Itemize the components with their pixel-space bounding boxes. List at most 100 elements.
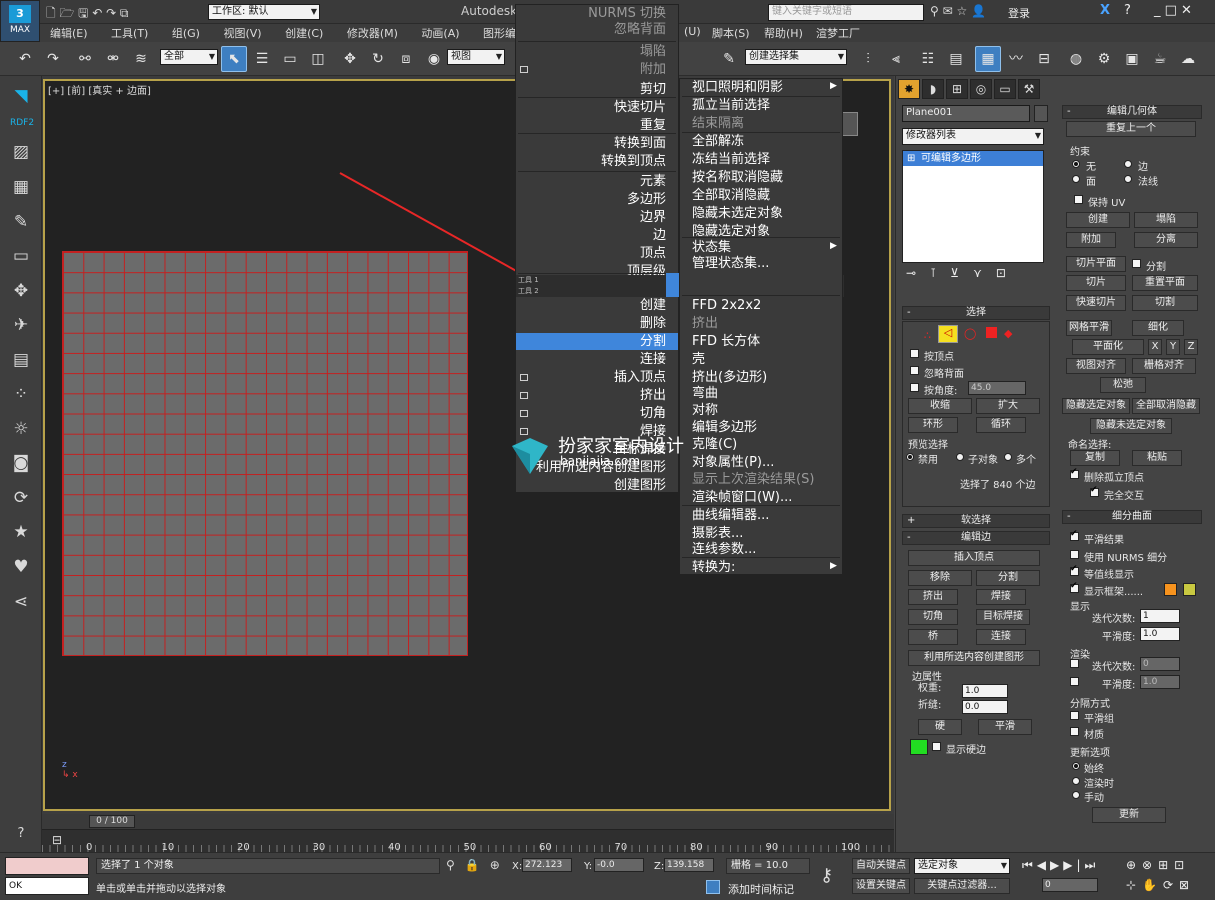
key-filters-button[interactable]: 关键点过滤器... [914, 878, 1010, 894]
option-box-icon[interactable] [520, 428, 528, 435]
option-box-icon[interactable] [520, 410, 528, 417]
help-icon[interactable]: ? [1124, 3, 1131, 18]
quad-left-item-2[interactable]: 塌陷 [516, 43, 678, 60]
insert-vertex-button[interactable]: 插入顶点 [908, 550, 1040, 566]
hard-edge-color-swatch[interactable] [910, 739, 928, 755]
smooth-result-checkbox[interactable] [1070, 529, 1079, 541]
quad-right-item-17[interactable]: 对称 [680, 402, 842, 419]
quad-right-item-1[interactable]: 孤立当前选择 [680, 97, 842, 114]
quad-right-item-15[interactable]: 挤出(多边形) [680, 369, 842, 386]
connect-button[interactable]: 连接 [976, 629, 1026, 645]
quad-left-item-17[interactable]: 分割 [516, 333, 678, 350]
schematic-view-icon[interactable]: ⊟ [1031, 46, 1057, 72]
object-color-swatch[interactable] [1034, 105, 1048, 122]
cut-button[interactable]: 切割 [1132, 295, 1198, 311]
isoline-checkbox[interactable] [1070, 564, 1079, 576]
relax-button[interactable]: 松弛 [1100, 377, 1146, 393]
detach-button[interactable]: 分离 [1134, 232, 1198, 248]
align-icon[interactable]: ⫷ [883, 46, 909, 72]
search-input[interactable]: 键入关键字或短语 [768, 4, 924, 21]
move-arrows-icon[interactable]: ✥ [9, 279, 33, 303]
quad-left-item-7[interactable]: 转换到面 [516, 135, 678, 152]
polygon-icon[interactable] [986, 327, 997, 338]
quad-left-item-11[interactable]: 边界 [516, 209, 678, 226]
curve-editor-mini-icon[interactable]: ⊟ [52, 833, 62, 847]
quickslice-button[interactable]: 快速切片 [1066, 295, 1126, 311]
split-button[interactable]: 分割 [976, 570, 1040, 586]
redo-icon[interactable]: ↷ [40, 46, 66, 72]
quad-left-item-18[interactable]: 连接 [516, 351, 678, 368]
smooth-button[interactable]: 平滑 [978, 719, 1032, 735]
preview-multi-radio[interactable] [1004, 453, 1012, 461]
quad-left-item-3[interactable]: 附加 [516, 61, 678, 78]
update-always-radio[interactable] [1072, 762, 1080, 770]
keep-uv-checkbox[interactable] [1074, 195, 1083, 204]
maxscript-output[interactable]: OK [5, 877, 89, 895]
edit-named-sel-icon[interactable]: ✎ [716, 46, 742, 72]
render-iterations-spinner[interactable]: 0 [1140, 657, 1180, 671]
window-controls[interactable]: _ □ ✕ [1154, 3, 1192, 18]
ignore-backface-checkbox[interactable] [910, 366, 919, 375]
full-interactivity-checkbox[interactable] [1090, 485, 1099, 497]
inbox-icon[interactable]: ▤ [9, 348, 33, 372]
loop-button[interactable]: 循环 [976, 417, 1026, 433]
angle-spinner[interactable]: 45.0 [968, 381, 1026, 395]
quad-left-item-1[interactable]: 忽略背面 [516, 21, 678, 38]
quad-left-item-4[interactable]: 剪切 [516, 81, 678, 98]
exchange-icon[interactable]: X [1100, 3, 1110, 18]
ring-button[interactable]: 环形 [908, 417, 958, 433]
auto-key-button[interactable]: 自动关键点 [852, 858, 910, 874]
render-smoothness-spinner[interactable]: 1.0 [1140, 675, 1180, 689]
create-shape-button[interactable]: 利用所选内容创建图形 [908, 650, 1040, 666]
time-slider[interactable]: 0 / 100 [42, 814, 894, 829]
shrink-button[interactable]: 收缩 [908, 398, 972, 414]
window-crossing-icon[interactable]: ◫ [305, 46, 331, 72]
navigation-controls[interactable]: ⊕⊗⊞⊡ [1126, 858, 1190, 872]
constraint-none-radio[interactable] [1072, 160, 1080, 168]
create-button[interactable]: 创建 [1066, 212, 1130, 228]
undo-icon[interactable]: ↶ [12, 46, 38, 72]
weight-spinner[interactable]: 1.0 [962, 684, 1008, 698]
quad-right-item-26[interactable]: 转换为: [680, 559, 842, 576]
update-manual-radio[interactable] [1072, 791, 1080, 799]
place-icon[interactable]: ◉ [421, 46, 447, 72]
quad-left-item-15[interactable]: 创建 [516, 297, 678, 314]
curve-editor-icon[interactable]: 〰 [1003, 46, 1029, 72]
vertex-icon[interactable]: ∴ [924, 329, 931, 342]
selection-filter-dropdown[interactable]: 全部 ▼ [160, 49, 218, 65]
option-box-icon[interactable] [520, 66, 528, 73]
menu-animation[interactable]: 动画(A) [411, 24, 469, 41]
preview-off-radio[interactable] [906, 453, 914, 461]
cage-color-2-swatch[interactable] [1183, 583, 1196, 596]
graphite-tools-icon[interactable]: ▦ [975, 46, 1001, 72]
delete-isolated-checkbox[interactable] [1070, 467, 1079, 479]
render-iterations-checkbox[interactable] [1070, 659, 1079, 668]
subdivision-rollout-header[interactable]: - 细分曲面 [1062, 510, 1202, 524]
star-icon[interactable]: ★ [9, 520, 33, 544]
share-icon[interactable]: ⋖ [9, 590, 33, 614]
stack-tools-icons[interactable]: ⊸⊺⊻⋎⊡ [906, 266, 1020, 280]
split-checkbox[interactable] [1132, 259, 1141, 268]
view-align-button[interactable]: 视图对齐 [1066, 358, 1126, 374]
menu-tools[interactable]: 工具(T) [101, 24, 158, 41]
set-key-button[interactable]: 设置关键点 [852, 878, 910, 894]
border-icon[interactable]: ◯ [964, 327, 976, 340]
render-icon[interactable]: ☕ [1147, 46, 1173, 72]
quad-left-item-13[interactable]: 顶点 [516, 245, 678, 262]
sun-icon[interactable]: ☼ [9, 417, 33, 441]
quad-right-item-11[interactable]: FFD 2x2x2 [680, 297, 842, 314]
login-link[interactable]: 登录 [1008, 5, 1030, 21]
quad-left-item-16[interactable]: 删除 [516, 315, 678, 332]
select-object-icon[interactable]: ⬉ [221, 46, 247, 72]
quad-right-item-20[interactable]: 对象属性(P)... [680, 454, 842, 471]
planarize-y-button[interactable]: Y [1166, 339, 1180, 355]
material-editor-icon[interactable]: ◍ [1063, 46, 1089, 72]
menu-create[interactable]: 创建(C) [275, 24, 333, 41]
unlink-icon[interactable]: ⚮ [100, 46, 126, 72]
playback-controls[interactable]: ⏮◀▶▶|⏭ [1022, 858, 1099, 873]
weld-button[interactable]: 焊接 [976, 589, 1026, 605]
quad-right-item-14[interactable]: 壳 [680, 351, 842, 368]
rect-selection-icon[interactable]: ▭ [277, 46, 303, 72]
scale-icon[interactable]: ⧈ [393, 46, 419, 72]
target-weld-button[interactable]: 目标焊接 [976, 609, 1030, 625]
